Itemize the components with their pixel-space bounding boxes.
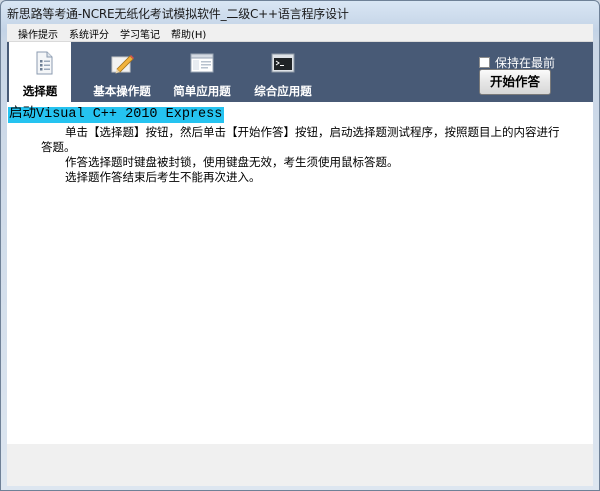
edit-icon <box>109 50 135 76</box>
tab-label: 基本操作题 <box>93 84 151 98</box>
tab-comprehensive-application[interactable]: 综合应用题 <box>243 42 323 102</box>
title-bar: 新思路等考通-NCRE无纸化考试模拟软件_二级C++语言程序设计 <box>1 1 599 23</box>
instruction-line-1: 单击【选择题】按钮，然后单击【开始作答】按钮，启动选择题测试程序，按照题目上的内… <box>65 125 560 139</box>
tab-label: 简单应用题 <box>173 84 231 98</box>
checkbox-box[interactable] <box>479 57 490 68</box>
menu-system-scoring[interactable]: 系统评分 <box>69 26 109 41</box>
tab-label: 选择题 <box>22 84 58 98</box>
menu-operation-tips[interactable]: 操作提示 <box>18 26 58 41</box>
instructions-panel: 启动Visual C++ 2010 Express 单击【选择题】按钮，然后单击… <box>7 102 593 444</box>
console-icon <box>270 50 296 76</box>
keep-on-top-label: 保持在最前 <box>495 56 556 70</box>
instruction-line-2: 作答选择题时键盘被封锁，使用键盘无效，考生须使用鼠标答题。 <box>65 155 399 169</box>
document-icon <box>31 50 57 76</box>
instruction-line-3: 选择题作答结束后考生不能再次进入。 <box>65 170 261 184</box>
tab-label: 综合应用题 <box>254 84 312 98</box>
window-icon <box>189 50 215 76</box>
app-window: 新思路等考通-NCRE无纸化考试模拟软件_二级C++语言程序设计 操作提示 系统… <box>0 0 600 491</box>
tab-basic-operation[interactable]: 基本操作题 <box>82 42 162 102</box>
menu-bar: 操作提示 系统评分 学习笔记 帮助(H) <box>7 24 593 42</box>
instruction-line-1-cont: 答题。 <box>41 140 76 154</box>
menu-help[interactable]: 帮助(H) <box>171 26 206 41</box>
instructions-heading: 启动Visual C++ 2010 Express <box>8 107 225 123</box>
question-type-toolbar: 选择题 基本操作题 简单应用题 综合应用题 保持在最前 开始作答 <box>7 42 593 102</box>
window-title: 新思路等考通-NCRE无纸化考试模拟软件_二级C++语言程序设计 <box>7 7 349 21</box>
menu-study-notes[interactable]: 学习笔记 <box>120 26 160 41</box>
tab-multiple-choice[interactable]: 选择题 <box>9 42 71 102</box>
tab-simple-application[interactable]: 简单应用题 <box>162 42 242 102</box>
bottom-panel <box>7 444 593 486</box>
start-answering-button[interactable]: 开始作答 <box>479 69 551 95</box>
